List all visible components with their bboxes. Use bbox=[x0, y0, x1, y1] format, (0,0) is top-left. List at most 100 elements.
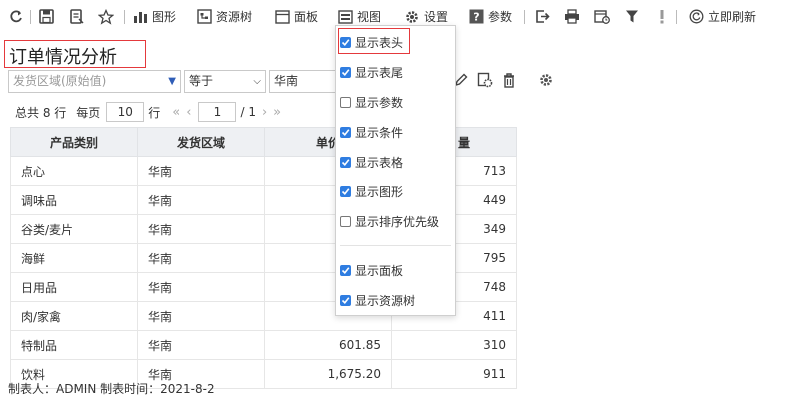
checkbox-icon[interactable] bbox=[340, 185, 351, 197]
menu-item-label: 显示图形 bbox=[355, 184, 404, 199]
page-total: / 1 bbox=[240, 105, 256, 119]
toolbar-divider bbox=[124, 10, 125, 24]
refresh-circle-icon bbox=[688, 9, 704, 25]
menu-item-show-footer[interactable]: 显示表尾 bbox=[340, 60, 403, 84]
report-footer: 制表人：ADMIN 制表时间：2021-8-2 bbox=[8, 382, 215, 396]
menu-item-label: 显示面板 bbox=[355, 263, 404, 278]
print-button[interactable] bbox=[564, 0, 580, 33]
resource-tree-button[interactable]: 资源树 bbox=[196, 0, 252, 33]
view-dropdown-menu: 显示表头 显示表尾 显示参数 显示条件 显示表格 显示图形 显示排序优先级 显示… bbox=[335, 25, 456, 316]
table-cell: 肉/家禽 bbox=[10, 301, 138, 331]
menu-item-show-header[interactable]: 显示表头 bbox=[340, 30, 403, 54]
checkbox-icon[interactable] bbox=[340, 36, 351, 48]
menu-divider bbox=[340, 245, 451, 246]
pencil-icon bbox=[454, 73, 468, 87]
checkbox-icon[interactable] bbox=[340, 96, 351, 108]
table-cell: 华南 bbox=[137, 301, 265, 331]
save-icon bbox=[38, 9, 54, 25]
gear-icon bbox=[404, 9, 420, 25]
refresh-now-label: 立即刷新 bbox=[708, 10, 757, 24]
column-header[interactable]: 发货区域 bbox=[137, 127, 265, 157]
param-icon: ? bbox=[468, 9, 484, 25]
condition-operator-value: 等于 bbox=[189, 74, 214, 88]
checkbox-icon[interactable] bbox=[340, 126, 351, 138]
menu-item-show-chart[interactable]: 显示图形 bbox=[340, 179, 403, 203]
table-cell: 调味品 bbox=[10, 185, 138, 215]
panel-icon bbox=[274, 9, 290, 25]
checkbox-icon[interactable] bbox=[340, 156, 351, 168]
save-as-button[interactable] bbox=[68, 0, 84, 33]
condition-field-select[interactable]: 发货区域(原始值) ▼ bbox=[8, 70, 181, 93]
table-cell: 点心 bbox=[10, 156, 138, 186]
trash-icon bbox=[504, 73, 514, 88]
table-row: 特制品 华南 601.85 310 bbox=[10, 330, 517, 360]
table-cell: 华南 bbox=[137, 214, 265, 244]
param-button[interactable]: ? 参数 bbox=[468, 0, 512, 33]
menu-item-show-params[interactable]: 显示参数 bbox=[340, 90, 403, 114]
delete-condition-button[interactable] bbox=[500, 71, 518, 89]
menu-item-show-sort-priority[interactable]: 显示排序优先级 bbox=[340, 209, 439, 233]
gear-icon bbox=[540, 74, 552, 86]
chart-button-label: 图形 bbox=[152, 10, 177, 24]
exclamation-icon bbox=[654, 9, 670, 25]
per-page-input[interactable]: 10 bbox=[106, 102, 145, 122]
pager: 总共 8 行 每页 10 行 « ‹ 1 / 1 › » bbox=[15, 101, 284, 123]
checkbox-icon[interactable] bbox=[340, 66, 351, 78]
advanced-settings-button[interactable] bbox=[537, 71, 555, 89]
menu-item-label: 显示条件 bbox=[355, 125, 404, 140]
filter-button[interactable] bbox=[624, 0, 640, 33]
table-cell: 特制品 bbox=[10, 330, 138, 360]
print-icon bbox=[564, 9, 580, 25]
param-label: 参数 bbox=[488, 10, 513, 24]
menu-item-show-resource-tree[interactable]: 显示资源树 bbox=[340, 288, 415, 312]
alert-button[interactable] bbox=[654, 0, 670, 33]
resource-tree-label: 资源树 bbox=[216, 10, 253, 24]
condition-settings-button[interactable] bbox=[476, 71, 494, 89]
panel-label: 面板 bbox=[294, 10, 319, 24]
page-number-input[interactable]: 1 bbox=[198, 102, 237, 122]
condition-value-input[interactable]: 华南 bbox=[269, 70, 337, 93]
chart-button[interactable]: 图形 bbox=[132, 0, 176, 33]
schedule-button[interactable] bbox=[594, 0, 610, 33]
first-page-icon[interactable]: « bbox=[172, 105, 180, 120]
svg-text:?: ? bbox=[473, 11, 479, 24]
menu-item-show-panel[interactable]: 显示面板 bbox=[340, 258, 403, 282]
save-button[interactable] bbox=[38, 0, 54, 33]
resource-tree-icon bbox=[196, 9, 212, 25]
menu-item-label: 显示表头 bbox=[355, 35, 404, 50]
total-rows: 总共 8 行 bbox=[15, 105, 67, 120]
menu-item-label: 显示排序优先级 bbox=[355, 214, 440, 229]
settings-doc-icon bbox=[477, 72, 493, 88]
menu-item-show-table[interactable]: 显示表格 bbox=[340, 150, 403, 174]
table-cell: 华南 bbox=[137, 243, 265, 273]
refresh-now-button[interactable]: 立即刷新 bbox=[688, 0, 756, 33]
table-cell: 华南 bbox=[137, 272, 265, 302]
star-icon bbox=[98, 8, 114, 25]
export-icon bbox=[534, 9, 550, 25]
menu-item-label: 显示表尾 bbox=[355, 65, 404, 80]
refresh-icon-button[interactable] bbox=[8, 0, 24, 33]
toolbar-divider bbox=[524, 10, 525, 24]
prev-page-icon[interactable]: ‹ bbox=[186, 105, 191, 120]
column-header[interactable]: 产品类别 bbox=[10, 127, 138, 157]
filter-icon bbox=[624, 9, 640, 25]
condition-field-value: 发货区域(原始值) bbox=[13, 74, 107, 88]
favorite-button[interactable] bbox=[98, 0, 114, 33]
report-title: 订单情况分析 bbox=[9, 47, 117, 68]
save-as-icon bbox=[68, 9, 84, 25]
menu-item-show-conditions[interactable]: 显示条件 bbox=[340, 120, 403, 144]
refresh-icon bbox=[8, 9, 24, 25]
panel-button[interactable]: 面板 bbox=[274, 0, 318, 33]
table-cell: 华南 bbox=[137, 185, 265, 215]
checkbox-icon[interactable] bbox=[340, 215, 351, 227]
next-page-icon[interactable]: › bbox=[262, 105, 267, 120]
checkbox-icon[interactable] bbox=[340, 294, 351, 306]
last-page-icon[interactable]: » bbox=[273, 105, 281, 120]
export-button[interactable] bbox=[534, 0, 550, 33]
condition-operator-select[interactable]: 等于 ⌵ bbox=[184, 70, 266, 93]
table-cell: 日用品 bbox=[10, 272, 138, 302]
dropdown-arrow-icon: ▼ bbox=[168, 76, 176, 87]
view-label: 视图 bbox=[357, 10, 382, 24]
checkbox-icon[interactable] bbox=[340, 264, 351, 276]
bar-chart-icon bbox=[132, 9, 148, 25]
